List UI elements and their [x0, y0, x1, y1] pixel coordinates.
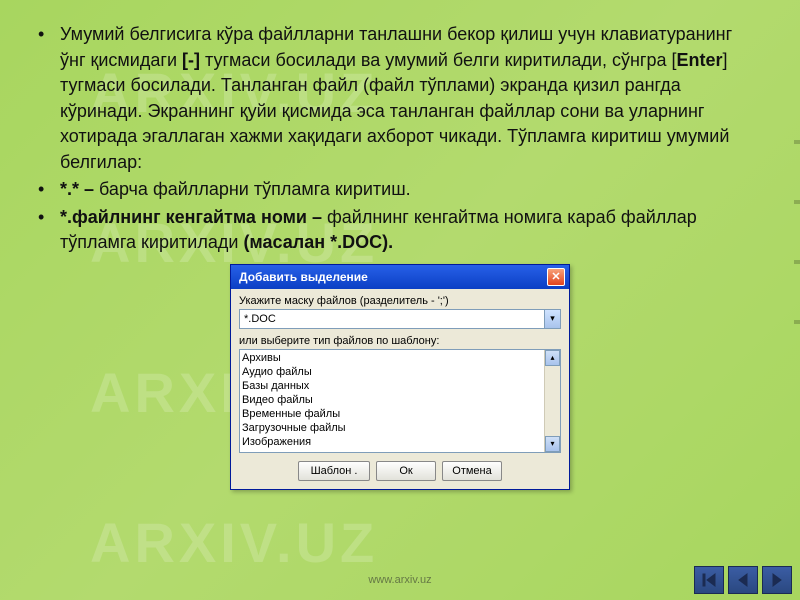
bullet-item: *.файлнинг кенгайтма номи – файлнинг кен… [38, 205, 762, 256]
list-item[interactable]: Изображения [242, 435, 558, 449]
bullet-text: барча файлларни тўпламга киритиш. [94, 179, 411, 199]
chevron-down-icon[interactable]: ▾ [544, 310, 560, 328]
next-slide-button[interactable] [762, 566, 792, 594]
first-icon [701, 572, 717, 588]
list-item[interactable]: Временные файлы [242, 407, 558, 421]
mask-label: Укажите маску файлов (разделитель - ';') [239, 295, 561, 307]
slide-nav [694, 566, 792, 594]
bullet-bold: [-] [182, 50, 200, 70]
bullet-bold: *.* – [60, 179, 94, 199]
bullet-bold: *.файлнинг кенгайтма номи – [60, 207, 322, 227]
close-icon[interactable]: ✕ [547, 268, 565, 286]
edge-tick [794, 260, 800, 264]
bullet-bold: (масалан *.DOC). [243, 232, 393, 252]
edge-tick [794, 320, 800, 324]
template-button[interactable]: Шаблон . [298, 461, 370, 481]
watermark: ARXIV.UZ [90, 510, 378, 575]
cancel-button[interactable]: Отмена [442, 461, 502, 481]
scroll-down-icon[interactable]: ▾ [545, 436, 560, 452]
list-item[interactable]: Архивы [242, 351, 558, 365]
template-listbox[interactable]: Архивы Аудио файлы Базы данных Видео фай… [239, 349, 561, 453]
list-item[interactable]: Базы данных [242, 379, 558, 393]
footer-link[interactable]: www.arxiv.uz [368, 574, 431, 586]
bullet-text: тугмаси босилади ва умумий белги киритил… [200, 50, 676, 70]
slide-text: Умумий белгисига кўра файлларни танлашни… [0, 0, 800, 256]
prev-slide-button[interactable] [728, 566, 758, 594]
prev-icon [735, 572, 751, 588]
list-item[interactable]: Видео файлы [242, 393, 558, 407]
dialog-title: Добавить выделение [239, 270, 368, 284]
first-slide-button[interactable] [694, 566, 724, 594]
list-item[interactable]: Аудио файлы [242, 365, 558, 379]
bullet-item: *.* – барча файлларни тўпламга киритиш. [38, 177, 762, 203]
scrollbar[interactable]: ▴ ▾ [544, 350, 560, 452]
bullet-bold: Enter [676, 50, 722, 70]
ok-button[interactable]: Ок [376, 461, 436, 481]
dialog-add-selection: Добавить выделение ✕ Укажите маску файло… [230, 264, 570, 490]
mask-input[interactable] [239, 309, 561, 329]
template-label: или выберите тип файлов по шаблону: [239, 335, 561, 347]
scroll-up-icon[interactable]: ▴ [545, 350, 560, 366]
list-item[interactable]: Загрузочные файлы [242, 421, 558, 435]
bullet-item: Умумий белгисига кўра файлларни танлашни… [38, 22, 762, 175]
dialog-titlebar[interactable]: Добавить выделение ✕ [231, 265, 569, 289]
next-icon [769, 572, 785, 588]
